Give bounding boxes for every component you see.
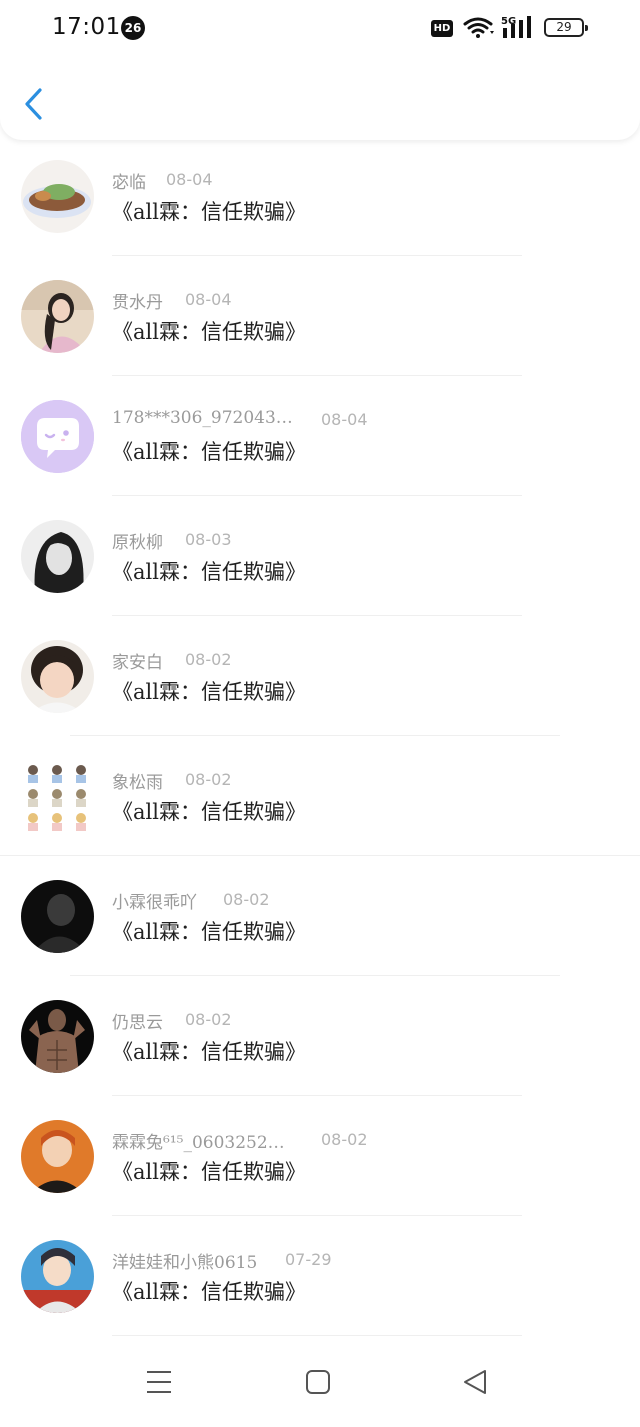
item-title[interactable]: 《all霖：信任欺骗》 [112, 916, 306, 946]
avatar[interactable] [21, 520, 94, 593]
date-label: 08-03 [185, 530, 232, 549]
date-label: 08-04 [166, 170, 213, 189]
user-name: 霖霖兔⁶¹⁵_0603252… [112, 1133, 285, 1153]
top-bar: 17:01 26 HD 5G 29 [0, 0, 640, 140]
date-label: 08-02 [185, 770, 232, 789]
divider [0, 855, 640, 856]
wifi-icon [463, 17, 494, 38]
item-title[interactable]: 《all霖：信任欺骗》 [112, 1276, 306, 1306]
list-item[interactable]: 霖霖兔⁶¹⁵_0603252… 08-02 《all霖：信任欺骗》 [0, 1100, 640, 1220]
list-item[interactable]: 小霖很乖吖 08-02 《all霖：信任欺骗》 [0, 860, 640, 980]
user-name: 小霖很乖吖 [112, 893, 197, 913]
item-title[interactable]: 《all霖：信任欺骗》 [112, 1036, 306, 1066]
chevron-left-icon [25, 88, 42, 120]
user-name: 宓临 [112, 173, 146, 193]
divider [112, 255, 522, 256]
date-label: 07-29 [285, 1250, 332, 1269]
list-item[interactable]: 象松雨 08-02 《all霖：信任欺骗》 [0, 740, 640, 860]
list-item[interactable]: 仍思云 08-02 《all霖：信任欺骗》 [0, 980, 640, 1100]
divider [112, 615, 522, 616]
back-triangle-icon[interactable] [462, 1368, 488, 1396]
avatar[interactable] [21, 880, 94, 953]
divider [112, 375, 522, 376]
battery-icon: 29 [544, 18, 588, 37]
back-button[interactable] [20, 85, 50, 125]
status-bar: 17:01 26 HD 5G 29 [0, 0, 640, 58]
avatar[interactable] [21, 280, 94, 353]
avatar[interactable] [21, 760, 94, 833]
menu-icon[interactable] [146, 1368, 172, 1396]
avatar[interactable] [21, 1120, 94, 1193]
date-label: 08-02 [185, 1010, 232, 1029]
notification-badge: 26 [121, 16, 145, 40]
user-name: 原秋柳 [112, 533, 163, 553]
divider [112, 1335, 522, 1336]
list-item[interactable]: 家安白 08-02 《all霖：信任欺骗》 [0, 620, 640, 740]
item-title[interactable]: 《all霖：信任欺骗》 [112, 436, 306, 466]
clock: 17:01 [52, 14, 121, 40]
battery-level: 29 [556, 20, 572, 34]
date-label: 08-04 [185, 290, 232, 309]
user-name: 仍思云 [112, 1013, 163, 1033]
user-name: 象松雨 [112, 773, 163, 793]
hd-badge: HD [431, 20, 453, 37]
home-square-icon[interactable] [305, 1368, 331, 1396]
divider [70, 735, 560, 736]
avatar[interactable] [21, 1000, 94, 1073]
item-title[interactable]: 《all霖：信任欺骗》 [112, 556, 306, 586]
user-name: 178***306_972043… [112, 408, 293, 428]
cellular-signal-icon: 5G [501, 16, 531, 38]
date-label: 08-02 [321, 1130, 368, 1149]
user-name: 洋娃娃和小熊0615 [112, 1253, 258, 1273]
item-title[interactable]: 《all霖：信任欺骗》 [112, 676, 306, 706]
divider [70, 975, 560, 976]
list-item[interactable]: 原秋柳 08-03 《all霖：信任欺骗》 [0, 500, 640, 620]
default-avatar[interactable] [21, 400, 94, 473]
list-item[interactable]: 贯水丹 08-04 《all霖：信任欺骗》 [0, 260, 640, 380]
item-title[interactable]: 《all霖：信任欺骗》 [112, 796, 306, 826]
system-navigation-bar [0, 1340, 640, 1427]
date-label: 08-02 [223, 890, 270, 909]
avatar[interactable] [21, 1240, 94, 1313]
divider [112, 495, 522, 496]
item-title[interactable]: 《all霖：信任欺骗》 [112, 1156, 306, 1186]
divider [112, 1215, 522, 1216]
avatar[interactable] [21, 160, 94, 233]
divider [112, 1095, 522, 1096]
user-name: 贯水丹 [112, 293, 163, 313]
item-title[interactable]: 《all霖：信任欺骗》 [112, 196, 306, 226]
list-item[interactable]: 洋娃娃和小熊0615 07-29 《all霖：信任欺骗》 [0, 1220, 640, 1340]
item-title[interactable]: 《all霖：信任欺骗》 [112, 316, 306, 346]
date-label: 08-02 [185, 650, 232, 669]
user-name: 家安白 [112, 653, 163, 673]
avatar[interactable] [21, 640, 94, 713]
list-item[interactable]: 178***306_972043… 08-04 《all霖：信任欺骗》 [0, 380, 640, 500]
date-label: 08-04 [321, 410, 368, 429]
list-item[interactable]: 宓临 08-04 《all霖：信任欺骗》 [0, 140, 640, 260]
